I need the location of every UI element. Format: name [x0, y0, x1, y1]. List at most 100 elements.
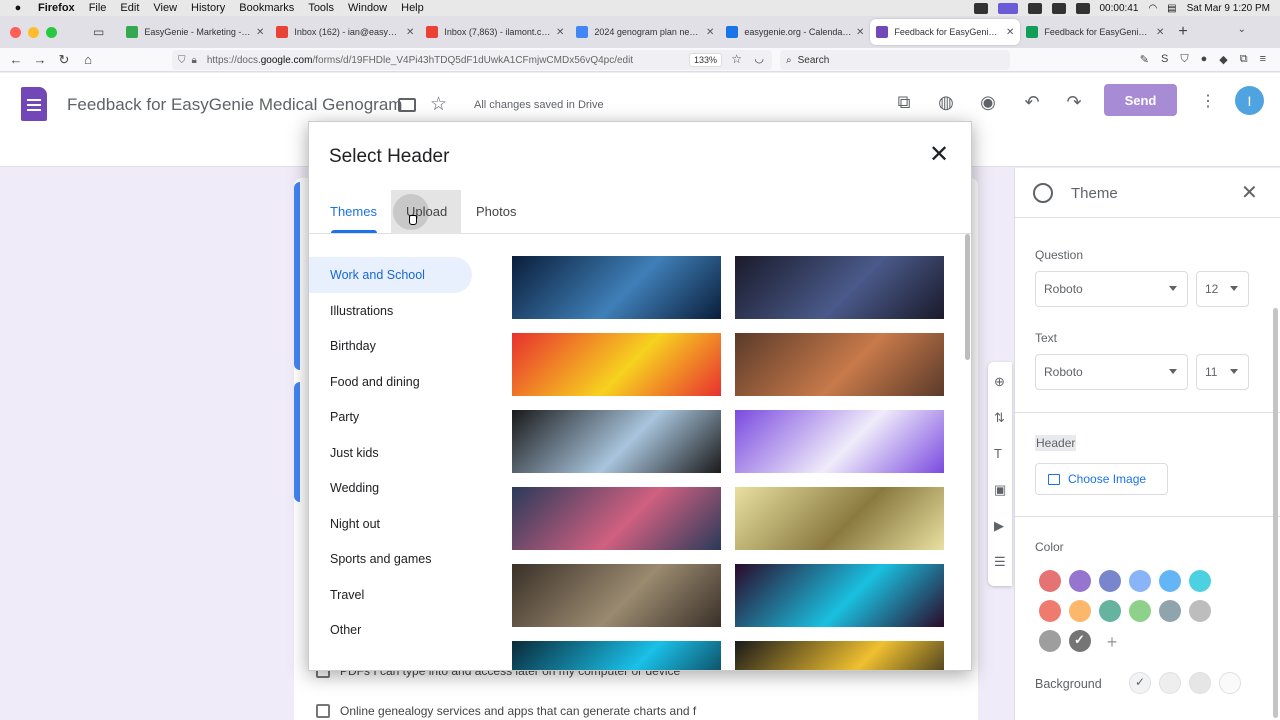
theme-thumbnail[interactable] — [512, 564, 721, 627]
browser-tab[interactable]: easygenie.org - Calendar - Wee ✕ — [720, 19, 870, 45]
undo-icon[interactable]: ↶ — [1021, 92, 1043, 113]
color-swatch[interactable] — [1099, 570, 1121, 592]
theme-thumbnail[interactable] — [512, 333, 721, 396]
dialog-scrollbar[interactable] — [965, 234, 970, 360]
minimize-window-button[interactable] — [28, 26, 39, 38]
color-swatch[interactable] — [1189, 570, 1211, 592]
menu-bookmarks[interactable]: Bookmarks — [239, 2, 294, 14]
browser-tab[interactable]: Feedback for EasyGenie Medica ✕ — [1020, 19, 1170, 45]
google-forms-logo-icon[interactable] — [21, 87, 47, 121]
menu-tools[interactable]: Tools — [308, 2, 334, 14]
shield-icon[interactable]: ⛉ — [178, 55, 186, 66]
add-section-icon[interactable]: ☰ — [994, 554, 1006, 570]
menu-history[interactable]: History — [191, 2, 225, 14]
addons-puzzle-icon[interactable]: ⧉ — [893, 92, 915, 113]
browser-tab[interactable]: Inbox (7,863) - ilamont.com@g ✕ — [420, 19, 570, 45]
tray-app-icon[interactable] — [973, 2, 988, 14]
checkbox-option[interactable]: Online genealogy services and apps that … — [316, 704, 696, 718]
theme-thumbnail[interactable] — [735, 410, 944, 473]
close-window-button[interactable] — [10, 26, 21, 38]
control-center-icon[interactable]: ▤ — [1167, 3, 1176, 14]
add-image-icon[interactable]: ▣ — [994, 482, 1006, 498]
lock-icon[interactable]: 🔒︎ — [192, 55, 197, 66]
background-swatch[interactable] — [1159, 672, 1181, 694]
question-size-select[interactable]: 12 — [1196, 271, 1249, 307]
zoom-level-badge[interactable]: 133% — [688, 53, 722, 67]
color-swatch[interactable] — [1069, 570, 1091, 592]
category-item[interactable]: Night out — [309, 506, 472, 542]
theme-thumbnail[interactable] — [735, 641, 944, 670]
theme-thumbnail[interactable] — [735, 256, 944, 319]
new-tab-button[interactable]: + — [1178, 23, 1187, 41]
search-input[interactable]: ⌕ Search — [780, 50, 1010, 70]
panel-scrollbar[interactable] — [1273, 308, 1278, 718]
wifi-icon[interactable]: ◠ — [1148, 3, 1157, 14]
category-item[interactable]: Work and School — [309, 257, 472, 293]
browser-tab[interactable]: 2024 genogram plan newsletter ✕ — [570, 19, 720, 45]
choose-image-button[interactable]: Choose Image — [1035, 463, 1168, 495]
tab-themes[interactable]: Themes — [330, 204, 377, 219]
extension-icon[interactable]: ✎ — [1140, 53, 1149, 66]
category-item[interactable]: Other — [309, 612, 472, 648]
text-font-select[interactable]: Roboto — [1035, 354, 1188, 390]
color-swatch[interactable] — [1039, 570, 1061, 592]
tab-list-chevron-icon[interactable]: ⌄ — [1238, 24, 1246, 35]
more-options-icon[interactable]: ⋮ — [1200, 91, 1216, 111]
add-title-icon[interactable]: T — [994, 446, 1002, 461]
extensions-puzzle-icon[interactable]: ⧉ — [1240, 53, 1248, 66]
menu-help[interactable]: Help — [401, 2, 424, 14]
browser-tab[interactable]: Feedback for EasyGenie Medica ✕ — [870, 19, 1021, 45]
tab-close-icon[interactable]: ✕ — [256, 27, 264, 38]
color-swatch[interactable] — [1099, 600, 1121, 622]
tray-icon[interactable] — [1075, 2, 1090, 14]
background-swatch-selected[interactable]: ✓ — [1129, 672, 1151, 694]
category-item[interactable]: Food and dining — [309, 364, 472, 400]
extension-icon[interactable]: S — [1161, 53, 1168, 66]
preview-eye-icon[interactable]: ◉ — [977, 92, 999, 113]
theme-thumbnail[interactable] — [735, 487, 944, 550]
folder-icon[interactable] — [398, 98, 416, 112]
category-item[interactable]: Travel — [309, 577, 472, 613]
customize-theme-palette-icon[interactable]: ◍ — [935, 92, 957, 113]
background-swatch[interactable] — [1219, 672, 1241, 694]
tab-close-icon[interactable]: ✕ — [1006, 27, 1014, 38]
color-swatch[interactable] — [1129, 600, 1151, 622]
category-item[interactable]: Party — [309, 399, 472, 435]
tray-icon[interactable] — [1051, 2, 1066, 14]
browser-tab[interactable]: EasyGenie - Marketing - Automa ✕ — [120, 19, 270, 45]
zoom-window-button[interactable] — [46, 26, 57, 38]
screen-record-icon[interactable] — [997, 2, 1018, 14]
menu-app[interactable]: Firefox — [38, 2, 75, 14]
close-icon[interactable]: ✕ — [1241, 180, 1258, 205]
avatar[interactable]: I — [1235, 86, 1264, 115]
tray-icon[interactable] — [1027, 2, 1042, 14]
tab-close-icon[interactable]: ✕ — [556, 27, 564, 38]
category-item[interactable]: Wedding — [309, 470, 472, 506]
category-item[interactable]: Sports and games — [309, 541, 472, 577]
back-arrow-icon[interactable]: ← — [4, 52, 28, 67]
color-swatch[interactable] — [1039, 600, 1061, 622]
close-icon[interactable]: ✕ — [929, 140, 949, 169]
pocket-icon[interactable]: ◡ — [754, 52, 764, 65]
forward-arrow-icon[interactable]: → — [28, 52, 52, 67]
menu-file[interactable]: File — [89, 2, 107, 14]
tab-close-icon[interactable]: ✕ — [406, 27, 414, 38]
color-swatch[interactable] — [1159, 570, 1181, 592]
add-question-icon[interactable]: ⊕ — [994, 374, 1005, 390]
theme-thumbnail[interactable] — [735, 564, 944, 627]
reload-icon[interactable]: ↻ — [52, 52, 76, 68]
theme-thumbnail[interactable] — [512, 410, 721, 473]
color-swatch[interactable] — [1039, 630, 1061, 652]
menu-window[interactable]: Window — [348, 2, 387, 14]
browser-tab[interactable]: Inbox (162) - ian@easygenie.or ✕ — [270, 19, 420, 45]
add-custom-color-icon[interactable]: + — [1101, 631, 1123, 653]
bookmark-star-icon[interactable]: ☆ — [731, 52, 742, 66]
apple-icon[interactable]: ● — [10, 2, 26, 14]
theme-thumbnail[interactable] — [512, 256, 721, 319]
color-swatch[interactable] — [1189, 600, 1211, 622]
redo-icon[interactable]: ↷ — [1063, 92, 1085, 113]
question-font-select[interactable]: Roboto — [1035, 271, 1188, 307]
checkbox[interactable] — [316, 704, 330, 718]
color-swatch[interactable] — [1159, 600, 1181, 622]
send-button[interactable]: Send — [1104, 84, 1177, 116]
